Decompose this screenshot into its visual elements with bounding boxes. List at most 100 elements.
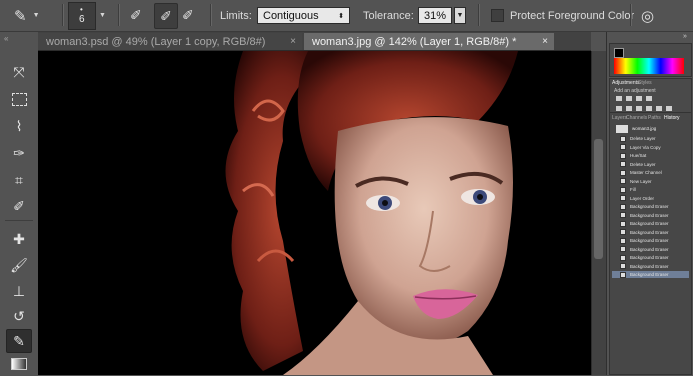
curves-icon[interactable] xyxy=(636,96,642,101)
history-item-label: Background Eraser xyxy=(630,204,669,209)
history-item[interactable]: Background Eraser xyxy=(612,212,689,219)
tab-woman3-psd[interactable]: woman3.psd @ 49% (Layer 1 copy, RGB/8#) … xyxy=(38,33,302,50)
tab-styles[interactable]: Styles xyxy=(638,80,652,86)
history-step-icon xyxy=(620,237,626,244)
history-item[interactable]: Hue/Sat xyxy=(612,152,689,159)
background-eraser-icon: ✎ xyxy=(13,332,25,349)
black-white-icon[interactable] xyxy=(646,106,652,111)
history-item-label: Background Eraser xyxy=(630,212,669,218)
protect-foreground-toggle[interactable]: Protect Foreground Color xyxy=(491,0,634,31)
levels-icon[interactable] xyxy=(626,96,632,101)
history-item-label: Background Eraser xyxy=(630,263,669,269)
channel-mixer-icon[interactable] xyxy=(666,106,672,111)
sampling-swatch-button[interactable]: ✐ xyxy=(182,0,194,31)
close-icon[interactable]: × xyxy=(542,36,548,47)
healing-brush-tool[interactable]: ✚ xyxy=(6,227,32,251)
move-icon: ⤧ xyxy=(13,63,25,80)
tolerance-input[interactable]: 31% xyxy=(418,7,452,24)
divider xyxy=(118,4,120,26)
tab-layers[interactable]: Layers xyxy=(612,115,627,121)
quick-selection-tool[interactable]: ✑ xyxy=(6,141,32,165)
close-icon[interactable]: × xyxy=(290,36,296,47)
brush-tool[interactable]: 🖌︎ xyxy=(6,253,32,277)
history-item-label: New Layer xyxy=(630,178,652,184)
tab-adjustments[interactable]: Adjustments xyxy=(612,80,640,86)
tab-woman3-jpg[interactable]: woman3.jpg @ 142% (Layer 1, RGB/8#) * × xyxy=(304,33,554,50)
exposure-icon[interactable] xyxy=(646,96,652,101)
history-item[interactable]: Background Eraser xyxy=(612,271,689,278)
marquee-icon xyxy=(11,92,27,106)
brightness-icon[interactable] xyxy=(616,96,622,101)
sampling-once-button[interactable]: ✐ xyxy=(154,3,178,29)
history-brush-icon: ↺ xyxy=(13,307,25,324)
snapshot-thumbnail xyxy=(616,124,628,133)
scrollbar-thumb[interactable] xyxy=(594,139,603,259)
history-step-icon xyxy=(620,212,626,218)
history-item[interactable]: Layer Via Copy xyxy=(612,144,689,151)
color-ramp[interactable] xyxy=(614,58,684,74)
eyedropper-tool[interactable]: ✐ xyxy=(6,194,32,218)
history-item[interactable]: Delete Layer xyxy=(612,161,689,168)
history-item[interactable]: New Layer xyxy=(612,178,689,185)
eyedropper-icon: ✐ xyxy=(13,197,25,214)
history-item[interactable]: Background Eraser xyxy=(612,220,689,227)
color-balance-icon[interactable] xyxy=(636,106,642,111)
sampling-continuous-button[interactable]: ✐ xyxy=(130,0,142,31)
options-bar: ✎ ▼ • 6 ▼ ✐ ✐ ✐ Limits: Contiguous ⬍ Tol… xyxy=(0,0,693,32)
panel-collapse-icon[interactable]: « xyxy=(4,34,8,43)
history-step-icon xyxy=(620,144,626,150)
brush-picker[interactable]: • 6 ▼ xyxy=(68,0,106,31)
history-step-icon xyxy=(620,229,626,235)
history-item[interactable]: Background Eraser xyxy=(612,237,689,244)
tab-paths[interactable]: Paths xyxy=(648,115,661,121)
history-step-icon xyxy=(620,169,626,176)
tools-panel: « ⤧ ⌇ ✑ ⌗ ✐ ✚ 🖌︎ ⊥ ↺ ✎ xyxy=(0,32,39,375)
divider xyxy=(62,4,64,26)
history-step-icon xyxy=(620,186,626,193)
vertical-scrollbar[interactable] xyxy=(591,51,606,375)
marquee-tool[interactable] xyxy=(6,87,32,111)
tab-channels[interactable]: Channels xyxy=(626,115,647,121)
history-item[interactable]: Background Eraser xyxy=(612,246,689,253)
history-item[interactable]: Background Eraser xyxy=(612,229,689,236)
lasso-tool[interactable]: ⌇ xyxy=(6,114,32,138)
history-item[interactable]: Layer Order xyxy=(612,195,689,202)
history-snapshot[interactable]: woman3.jpg xyxy=(612,124,689,133)
tolerance-value: 31% xyxy=(424,9,447,22)
tool-preset-picker[interactable]: ✎ ▼ xyxy=(14,0,40,31)
history-item[interactable]: Background Eraser xyxy=(612,254,689,261)
history-item[interactable]: Background Eraser xyxy=(612,203,689,210)
foreground-swatch[interactable] xyxy=(614,48,624,58)
history-item-label: Fill xyxy=(630,187,636,192)
brush-size-value: 6 xyxy=(79,13,85,25)
tab-history[interactable]: History xyxy=(664,115,680,121)
history-item[interactable]: Delete Layer xyxy=(612,135,689,142)
limits-select[interactable]: Contiguous ⬍ xyxy=(257,0,350,31)
move-tool[interactable]: ⤧ xyxy=(6,60,32,84)
history-item-label: Background Eraser xyxy=(630,246,669,252)
hue-saturation-icon[interactable] xyxy=(626,106,632,111)
history-item-label: Background Eraser xyxy=(630,255,669,260)
background-eraser-tool[interactable]: ✎ xyxy=(6,329,32,353)
history-brush-tool[interactable]: ↺ xyxy=(6,304,32,328)
history-item-label: Background Eraser xyxy=(630,238,669,243)
gradient-icon xyxy=(11,358,27,370)
chevron-down-icon: ▼ xyxy=(456,12,464,19)
dock-collapse-icon[interactable]: » xyxy=(683,33,687,40)
tab-label: woman3.jpg @ 142% (Layer 1, RGB/8#) * xyxy=(312,35,517,48)
history-item-label: Background Eraser xyxy=(630,221,669,226)
protect-foreground-checkbox[interactable] xyxy=(491,9,504,22)
document-canvas[interactable] xyxy=(38,51,591,375)
photo-filter-icon[interactable] xyxy=(656,106,662,111)
crop-tool[interactable]: ⌗ xyxy=(6,168,32,192)
divider xyxy=(5,220,33,221)
clone-stamp-tool[interactable]: ⊥ xyxy=(6,279,32,303)
history-item[interactable]: Background Eraser xyxy=(612,263,689,270)
tolerance-slider-toggle[interactable]: ▼ xyxy=(454,7,466,24)
history-item[interactable]: Master Channel xyxy=(612,169,689,176)
gradient-tool[interactable] xyxy=(6,352,32,376)
tablet-pressure-button[interactable]: ◎ xyxy=(641,0,654,31)
vibrance-icon[interactable] xyxy=(616,106,622,111)
history-item-label: Master Channel xyxy=(630,170,662,175)
history-item[interactable]: Fill xyxy=(612,186,689,193)
